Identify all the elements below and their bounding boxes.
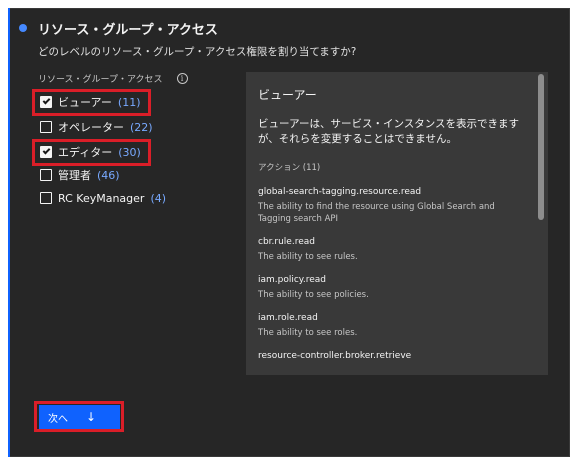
checkbox-unchecked-icon[interactable] [40, 121, 52, 133]
actions-heading: アクション (11) [258, 163, 321, 173]
action-description: The ability to see rules. [258, 252, 358, 262]
group-label-text: リソース・グループ・アクセス [38, 75, 163, 85]
role-action-count: (46) [97, 168, 120, 182]
role-checkbox-viewer[interactable]: ビューアー (11) [40, 94, 141, 110]
role-checkbox-editor[interactable]: エディター (30) [40, 144, 141, 160]
action-item: global-search-tagging.resource.read The … [258, 187, 528, 225]
role-label: オペレーター [58, 121, 124, 134]
role-checkbox-rc-keymanager[interactable]: RC KeyManager (4) [40, 190, 166, 206]
action-name: resource-controller.broker.retrieve [258, 351, 412, 361]
action-description: The ability to see roles. [258, 328, 358, 338]
next-button-label: 次へ [48, 413, 68, 425]
checkbox-checked-icon[interactable] [40, 146, 52, 158]
panel-title: ビューアー [258, 88, 317, 102]
role-detail-panel: ビューアー ビューアーは、サービス・インスタンスを表示できますが、それらを変更す… [246, 72, 548, 375]
info-icon[interactable]: i [176, 73, 188, 84]
next-button[interactable]: 次へ ↓ [39, 405, 120, 429]
action-item: resource-controller.broker.retrieve [258, 351, 528, 361]
role-label: エディター [58, 146, 113, 159]
checkbox-checked-icon[interactable] [40, 96, 52, 108]
action-item: cbr.rule.read The ability to see rules. [258, 237, 528, 263]
action-description: The ability to find the resource using G… [258, 202, 495, 224]
role-action-count: (30) [118, 145, 141, 159]
arrow-down-icon: ↓ [86, 410, 97, 424]
step-title: リソース・グループ・アクセス [38, 23, 218, 38]
role-label: 管理者 [58, 169, 91, 182]
role-checkbox-administrator[interactable]: 管理者 (46) [40, 167, 120, 183]
role-action-count: (11) [117, 95, 141, 109]
action-name: iam.role.read [258, 313, 318, 323]
role-label: ビューアー [58, 96, 112, 109]
checkbox-unchecked-icon[interactable] [40, 169, 52, 181]
role-label: RC KeyManager [58, 191, 145, 205]
step-accent-line [8, 8, 10, 457]
action-name: cbr.rule.read [258, 237, 315, 247]
panel-scrollbar[interactable] [538, 74, 544, 373]
action-description: The ability to see policies. [258, 290, 369, 300]
role-checkbox-operator[interactable]: オペレーター (22) [40, 119, 153, 135]
panel-description: ビューアーは、サービス・インスタンスを表示できますが、それらを変更することはでき… [258, 118, 520, 145]
action-name: global-search-tagging.resource.read [258, 187, 422, 197]
scrollbar-thumb[interactable] [538, 74, 544, 220]
action-item: iam.role.read The ability to see roles. [258, 313, 528, 339]
checkbox-group-label: リソース・グループ・アクセス i [38, 72, 188, 85]
action-name: iam.policy.read [258, 275, 326, 285]
role-action-count: (4) [150, 191, 167, 205]
step-indicator-dot [19, 24, 27, 32]
action-item: iam.policy.read The ability to see polic… [258, 275, 528, 301]
checkbox-unchecked-icon[interactable] [40, 192, 52, 204]
role-action-count: (22) [130, 120, 153, 134]
step-question: どのレベルのリソース・グループ・アクセス権限を割り当てますか? [38, 46, 357, 58]
